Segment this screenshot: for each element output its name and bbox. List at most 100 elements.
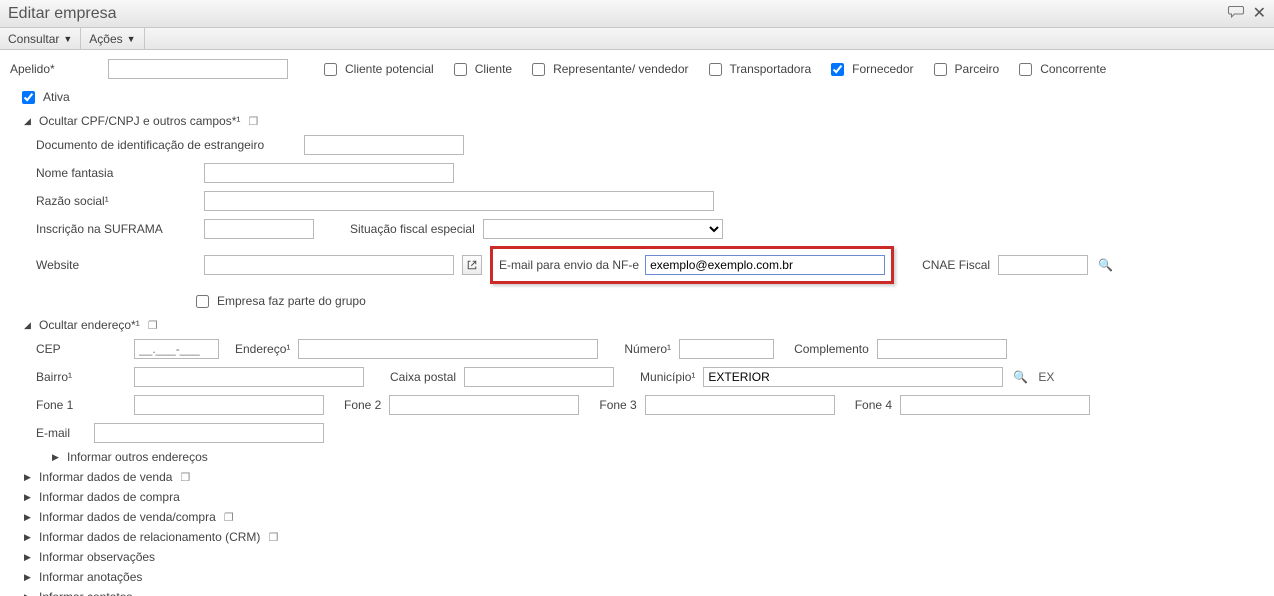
chk-cliente-potencial[interactable]: Cliente potencial: [324, 62, 434, 76]
inscricao-suframa-input[interactable]: [204, 219, 314, 239]
section-contatos[interactable]: ▶ Informar contatos: [22, 590, 1264, 596]
chat-icon[interactable]: [1227, 4, 1245, 23]
apelido-label: Apelido*: [10, 62, 100, 76]
chk-concorrente[interactable]: Concorrente: [1019, 62, 1106, 76]
fone2-input[interactable]: [389, 395, 579, 415]
complemento-input[interactable]: [877, 339, 1007, 359]
section-ocultar-endereco[interactable]: ◢ Ocultar endereço*¹ ❐: [22, 318, 1264, 332]
cep-label: CEP: [36, 342, 126, 356]
section-dados-crm[interactable]: ▶ Informar dados de relacionamento (CRM)…: [22, 530, 1264, 544]
nome-fantasia-input[interactable]: [204, 163, 454, 183]
numero-label: Número¹: [624, 342, 671, 356]
website-label: Website: [36, 258, 196, 272]
page-title: Editar empresa: [8, 5, 117, 23]
fone2-label: Fone 2: [344, 398, 381, 412]
search-icon[interactable]: 🔍: [1011, 370, 1030, 384]
external-link-icon: [466, 259, 478, 271]
section-dados-venda[interactable]: ▶ Informar dados de venda ❐: [22, 470, 1264, 484]
company-type-group: Cliente potencial Cliente Representante/…: [324, 62, 1106, 76]
numero-input[interactable]: [679, 339, 774, 359]
highlight-email-nfe: E-mail para envio da NF-e: [490, 246, 894, 284]
triangle-right-icon: ▶: [22, 532, 33, 543]
apelido-input[interactable]: [108, 59, 288, 79]
section-label: Ocultar endereço*¹: [39, 318, 140, 332]
section-ocultar-cpf[interactable]: ◢ Ocultar CPF/CNPJ e outros campos*¹ ❐: [22, 114, 1264, 128]
copy-icon[interactable]: ❐: [246, 115, 260, 128]
municipio-input[interactable]: [703, 367, 1003, 387]
triangle-right-icon: ▶: [22, 492, 33, 503]
section-label: Informar dados de venda/compra: [39, 510, 216, 524]
chk-transportadora[interactable]: Transportadora: [709, 62, 812, 76]
section-anotacoes[interactable]: ▶ Informar anotações: [22, 570, 1264, 584]
copy-icon[interactable]: ❐: [266, 531, 280, 544]
section-label: Informar dados de venda: [39, 470, 172, 484]
section-label: Informar observações: [39, 550, 155, 564]
email-nfe-label: E-mail para envio da NF-e: [499, 258, 639, 272]
inscricao-suframa-label: Inscrição na SUFRAMA: [36, 222, 196, 236]
copy-icon[interactable]: ❐: [178, 471, 192, 484]
section-observacoes[interactable]: ▶ Informar observações: [22, 550, 1264, 564]
fone1-input[interactable]: [134, 395, 324, 415]
razao-social-input[interactable]: [204, 191, 714, 211]
menu-acoes[interactable]: Ações ▼: [81, 28, 144, 49]
section-label: Informar dados de compra: [39, 490, 180, 504]
chevron-down-icon: ▼: [127, 34, 136, 44]
complemento-label: Complemento: [794, 342, 869, 356]
section-label: Ocultar CPF/CNPJ e outros campos*¹: [39, 114, 240, 128]
section-label: Informar contatos: [39, 590, 132, 596]
form-content: Apelido* Cliente potencial Cliente Repre…: [0, 50, 1274, 596]
razao-social-label: Razão social¹: [36, 194, 196, 208]
chk-representante[interactable]: Representante/ vendedor: [532, 62, 688, 76]
triangle-right-icon: ▶: [22, 572, 33, 583]
chk-cliente[interactable]: Cliente: [454, 62, 512, 76]
triangle-right-icon: ▶: [22, 592, 33, 596]
bairro-input[interactable]: [134, 367, 364, 387]
municipio-label: Município¹: [640, 370, 695, 384]
doc-estrangeiro-label: Documento de identificação de estrangeir…: [36, 138, 296, 152]
close-icon[interactable]: ✕: [1253, 6, 1266, 22]
cnae-label: CNAE Fiscal: [922, 258, 990, 272]
fone3-input[interactable]: [645, 395, 835, 415]
municipio-suffix: EX: [1038, 370, 1054, 384]
copy-icon[interactable]: ❐: [222, 511, 236, 524]
doc-estrangeiro-input[interactable]: [304, 135, 464, 155]
search-icon[interactable]: 🔍: [1096, 258, 1115, 272]
fone3-label: Fone 3: [599, 398, 636, 412]
chk-ativa[interactable]: Ativa: [22, 90, 70, 104]
triangle-down-icon: ◢: [22, 116, 33, 127]
copy-icon[interactable]: ❐: [146, 319, 160, 332]
chk-parceiro[interactable]: Parceiro: [934, 62, 1000, 76]
section-outros-enderecos[interactable]: ▶ Informar outros endereços: [50, 450, 1264, 464]
titlebar: Editar empresa ✕: [0, 0, 1274, 28]
section-label: Informar outros endereços: [67, 450, 208, 464]
triangle-right-icon: ▶: [22, 472, 33, 483]
fone4-label: Fone 4: [855, 398, 892, 412]
section-label: Informar anotações: [39, 570, 142, 584]
website-input[interactable]: [204, 255, 454, 275]
section-dados-venda-compra[interactable]: ▶ Informar dados de venda/compra ❐: [22, 510, 1264, 524]
triangle-right-icon: ▶: [22, 512, 33, 523]
situacao-fiscal-label: Situação fiscal especial: [350, 222, 475, 236]
triangle-down-icon: ◢: [22, 320, 33, 331]
triangle-right-icon: ▶: [50, 452, 61, 463]
caixa-postal-label: Caixa postal: [390, 370, 456, 384]
endereco-input[interactable]: [298, 339, 598, 359]
email-label: E-mail: [36, 426, 86, 440]
section-label: Informar dados de relacionamento (CRM): [39, 530, 260, 544]
section-dados-compra[interactable]: ▶ Informar dados de compra: [22, 490, 1264, 504]
bairro-label: Bairro¹: [36, 370, 126, 384]
cep-input[interactable]: [134, 339, 219, 359]
menu-consultar[interactable]: Consultar ▼: [0, 28, 81, 49]
chk-fornecedor[interactable]: Fornecedor: [831, 62, 913, 76]
chk-empresa-grupo[interactable]: Empresa faz parte do grupo: [196, 294, 366, 308]
email-input[interactable]: [94, 423, 324, 443]
fone4-input[interactable]: [900, 395, 1090, 415]
endereco-label: Endereço¹: [235, 342, 290, 356]
open-link-button[interactable]: [462, 255, 482, 275]
email-nfe-input[interactable]: [645, 255, 885, 275]
caixa-postal-input[interactable]: [464, 367, 614, 387]
fone1-label: Fone 1: [36, 398, 126, 412]
situacao-fiscal-select[interactable]: [483, 219, 723, 239]
cnae-input[interactable]: [998, 255, 1088, 275]
menu-label: Ações: [89, 32, 122, 46]
